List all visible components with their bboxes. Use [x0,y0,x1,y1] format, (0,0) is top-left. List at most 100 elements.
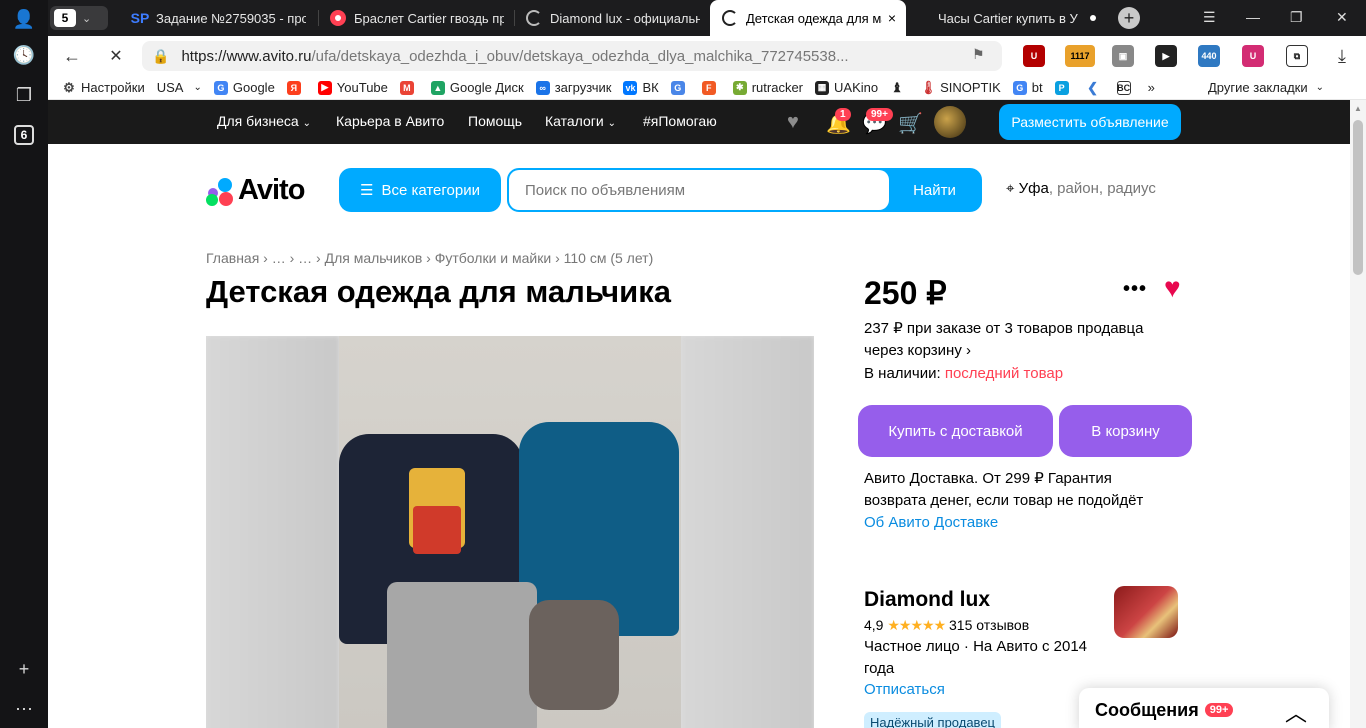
more-icon[interactable]: ⋯ [11,696,37,722]
bookmark-flag-icon[interactable]: ⚑ [972,46,985,63]
delivery-link[interactable]: Об Авито Доставке [864,512,1154,534]
tab-zadanie[interactable]: SP Задание №2759035 - про [120,0,316,36]
nav-ya-pomogayu[interactable]: #яПомогаю [643,113,717,129]
bookmark-p[interactable]: P [1054,80,1074,95]
avito-logo-dots-icon [206,176,236,206]
nav-help[interactable]: Помощь [468,113,522,129]
bookmark-translate[interactable]: G [670,80,690,95]
all-categories-button[interactable]: ☰ Все категории [339,168,501,212]
bookmark-settings[interactable]: ⚙ Настройки [62,80,145,96]
drive-icon: ▲ [430,80,445,95]
chevron-up-icon[interactable]: ︿ [1285,696,1307,728]
shield-extension-icon[interactable]: U [1242,45,1264,67]
unsubscribe-link[interactable]: Отписаться [864,681,945,698]
menu-icon[interactable]: ☰ [1203,9,1216,26]
add-panel-icon[interactable]: + [11,656,37,682]
location-pin-icon: ⌖ [1006,180,1015,197]
bookmark-label: Google Диск [449,80,524,95]
seller-name[interactable]: Diamond lux [864,588,990,612]
bookmark-arrow[interactable]: ❮ [1086,80,1105,95]
bookmark-google[interactable]: G Google [213,80,275,95]
close-tab-icon[interactable]: × [888,10,896,26]
restore-icon[interactable]: ❐ [1290,9,1303,26]
bookmark-bc[interactable]: BC [1116,80,1136,95]
buy-with-delivery-button[interactable]: Купить с доставкой [858,405,1053,457]
seller-avatar[interactable] [1114,586,1178,638]
tab-diamond-lux[interactable]: Diamond lux - официальн [514,0,710,36]
stop-loading-icon[interactable]: ✕ [104,44,128,68]
bookmark-youtube[interactable]: ▶ YouTube [317,80,388,95]
favorite-heart-icon[interactable]: ♥ [1164,272,1181,304]
gmail-icon: M [399,80,414,95]
bookmark-rutracker[interactable]: ✱ rutracker [732,80,803,95]
nav-career[interactable]: Карьера в Авито [336,113,444,129]
tab-cartier-watches[interactable]: Часы Cartier купить в У [926,0,1106,36]
user-avatar[interactable] [934,106,966,138]
bookmark-vk[interactable]: vk ВК [623,80,659,95]
address-bar[interactable]: 🔒 https://www.avito.ru/ufa/detskaya_odez… [142,41,1002,71]
thermometer-icon: 🌡 [919,79,937,95]
tab-title: Браслет Cartier гвоздь пр [354,10,504,26]
bulk-price-info[interactable]: 237 ₽ при заказе от 3 товаров продавца ч… [864,318,1164,362]
tab-count-icon[interactable]: 6 [11,122,37,148]
search-input[interactable]: Поиск по объявлениям [509,170,889,210]
favorites-heart-icon[interactable]: ♥ [787,111,799,134]
bookmark-gmail[interactable]: M [399,80,419,95]
collections-icon[interactable]: ❐ [11,82,37,108]
messages-panel[interactable]: Сообщения 99+ ︿ [1079,688,1329,728]
profile-icon[interactable]: 👤 [11,6,37,32]
messages-label: Сообщения [1095,699,1199,720]
breadcrumb[interactable]: Главная › … › … › Для мальчиков › Футбол… [206,250,653,266]
add-to-cart-button[interactable]: В корзину [1059,405,1192,457]
trusted-seller-badge: Надёжный продавец [864,712,1001,728]
google-icon: G [213,80,228,95]
bookmark-label: UAKino [834,80,879,95]
bookmark-yandex[interactable]: Я [286,80,306,95]
tab-cartier-bracelet[interactable]: Браслет Cartier гвоздь пр [318,0,514,36]
nav-for-business[interactable]: Для бизнеса ⌄ [217,113,311,129]
bookmark-zagruzchik[interactable]: ∞ загрузчик [535,80,611,95]
history-icon[interactable]: 🕓 [11,42,37,68]
tab-detskaya-odezhda[interactable]: Детская одежда для ма × [710,0,906,36]
bookmark-uakino[interactable]: ▦ UAKino [815,80,878,95]
briefcase-extension-icon[interactable]: ▣ [1112,45,1134,67]
seller-rating[interactable]: 4,9 ★★★★★ 315 отзывов [864,617,1029,634]
chess-icon: ♝ [891,79,903,95]
bookmark-usa[interactable]: USA ⌄ [157,80,202,95]
bookmark-label: ВК [642,80,659,95]
other-bookmarks[interactable]: Другие закладки ⌄ [1208,80,1324,95]
counter-extension-icon[interactable]: 1117 [1065,45,1095,67]
cart-icon[interactable]: 🛒 [898,111,923,136]
back-arrow-icon[interactable]: ← [60,44,84,68]
nav-catalogs[interactable]: Каталоги ⌄ [545,113,616,129]
bookmark-chess[interactable]: ♝ [890,79,909,95]
dark-extension-icon[interactable]: ▶ [1155,45,1177,67]
bookmark-bt[interactable]: Gbt [1012,80,1043,95]
url-host: https://www.avito.ru [181,47,312,65]
ublock-extension-icon[interactable]: U [1023,45,1045,67]
location-selector[interactable]: ⌖ Уфа, район, радиус [1006,180,1156,197]
page-scrollbar[interactable]: ▲ [1350,100,1366,728]
scrollbar-thumb[interactable] [1353,120,1363,275]
bookmark-f[interactable]: F [701,80,721,95]
search-button[interactable]: Найти [889,170,980,210]
new-tab-button[interactable]: + [1118,7,1140,29]
avito-logo[interactable]: Avito [206,174,305,207]
location-city: Уфа [1018,180,1049,197]
download-icon[interactable]: ⤓ [1330,44,1354,68]
minimize-icon[interactable]: — [1246,9,1260,25]
nav-label: Каталоги [545,113,604,129]
bookmark-label: Настройки [81,80,145,95]
post-ad-button[interactable]: Разместить объявление [999,104,1181,140]
photo-gallery[interactable] [206,336,814,728]
440-extension-icon[interactable]: 440 [1198,45,1220,67]
product-photo[interactable] [339,336,681,728]
bookmarks-overflow[interactable]: » [1148,80,1155,95]
tabs-counter-button[interactable]: 5 ⌄ [50,6,108,30]
bookmark-sinoptik[interactable]: 🌡 SINOPTIK [919,79,1001,96]
puzzle-extension-icon[interactable]: ⧉ [1286,45,1308,67]
scroll-up-icon[interactable]: ▲ [1354,104,1362,113]
close-window-icon[interactable]: ✕ [1336,9,1348,26]
more-options-icon[interactable]: ••• [1123,278,1147,301]
bookmark-google-drive[interactable]: ▲ Google Диск [430,80,524,95]
